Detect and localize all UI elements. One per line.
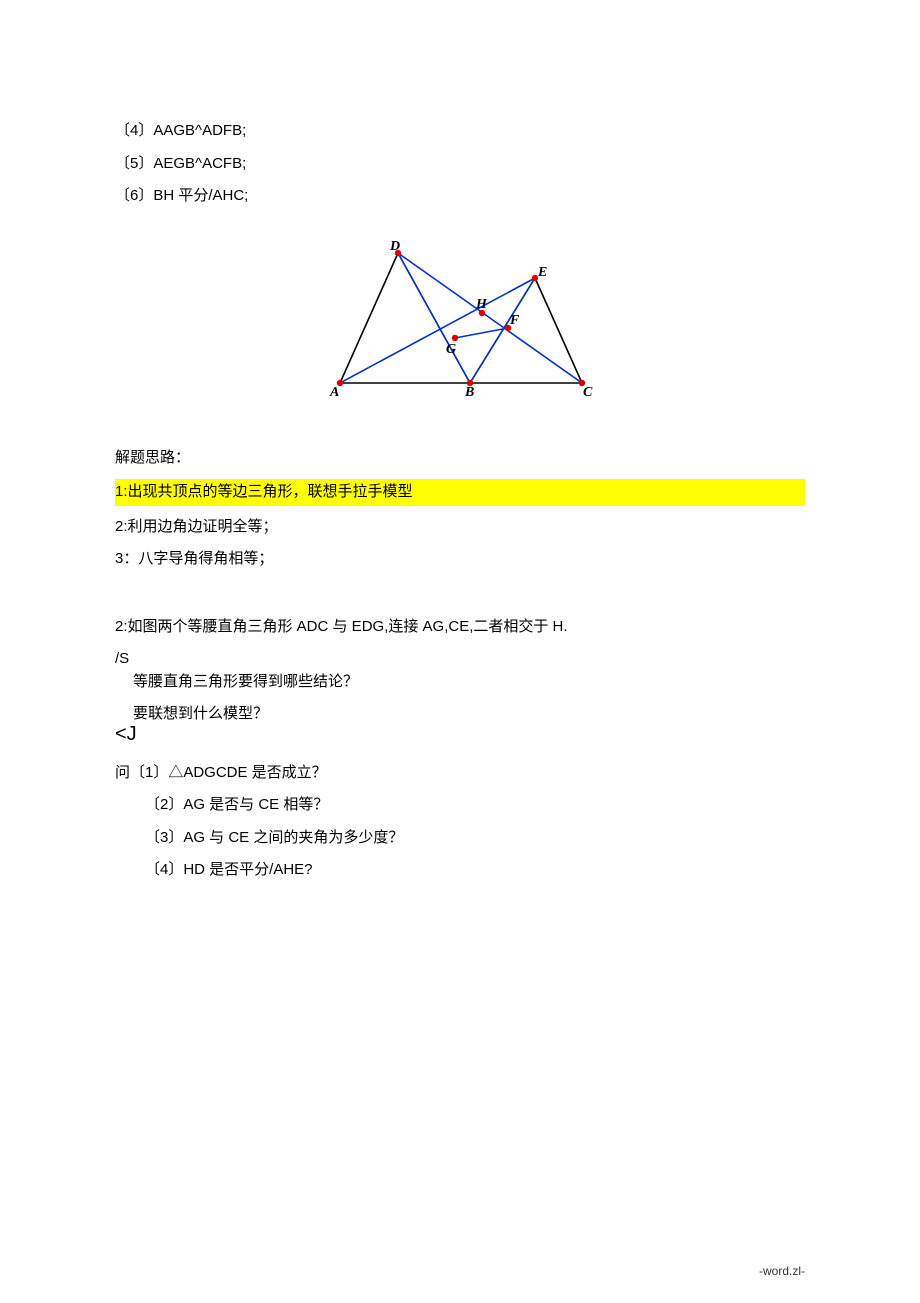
footer-text: -word.zl-: [759, 1264, 805, 1278]
figure-container: A B C D E G H F: [115, 238, 805, 402]
triangle-figure-icon: A B C D E G H F: [320, 238, 600, 398]
solution-heading: 解题思路：: [115, 447, 805, 470]
note-2: 要联想到什么模型？: [115, 703, 805, 726]
label-F: F: [509, 313, 520, 328]
step-2: 2:利用边角边证明全等；: [115, 516, 805, 539]
problem-2-intro: 2:如图两个等腰直角三角形 ADC 与 EDG,连接 AG,CE,二者相交于 H…: [115, 616, 805, 639]
step-1-highlight: 1:出现共顶点的等边三角形，联想手拉手模型: [115, 479, 805, 506]
label-D: D: [389, 239, 400, 254]
item-6: 〔6〕BH 平分/AHC;: [115, 185, 805, 208]
question-1: 问〔1〕△ADGCDE 是否成立？: [115, 762, 805, 785]
page-content: 〔4〕AAGB^ADFB; 〔5〕AEGB^ACFB; 〔6〕BH 平分/AHC…: [0, 0, 920, 952]
label-E: E: [537, 265, 547, 280]
label-H: H: [475, 297, 488, 312]
item-4: 〔4〕AAGB^ADFB;: [115, 120, 805, 143]
label-B: B: [464, 385, 474, 398]
label-G: G: [446, 342, 456, 357]
bracket-j-note: <J: [115, 724, 805, 744]
slash-s-note: /S: [115, 648, 805, 671]
step-3: 3：八字导角得角相等；: [115, 548, 805, 571]
question-3: 〔3〕AG 与 CE 之间的夹角为多少度？: [115, 827, 805, 850]
note-1: 等腰直角三角形要得到哪些结论？: [115, 671, 805, 694]
label-A: A: [329, 385, 339, 398]
question-4: 〔4〕HD 是否平分/AHE?: [115, 859, 805, 882]
label-C: C: [583, 385, 593, 398]
question-2: 〔2〕AG 是否与 CE 相等？: [115, 794, 805, 817]
item-5: 〔5〕AEGB^ACFB;: [115, 153, 805, 176]
